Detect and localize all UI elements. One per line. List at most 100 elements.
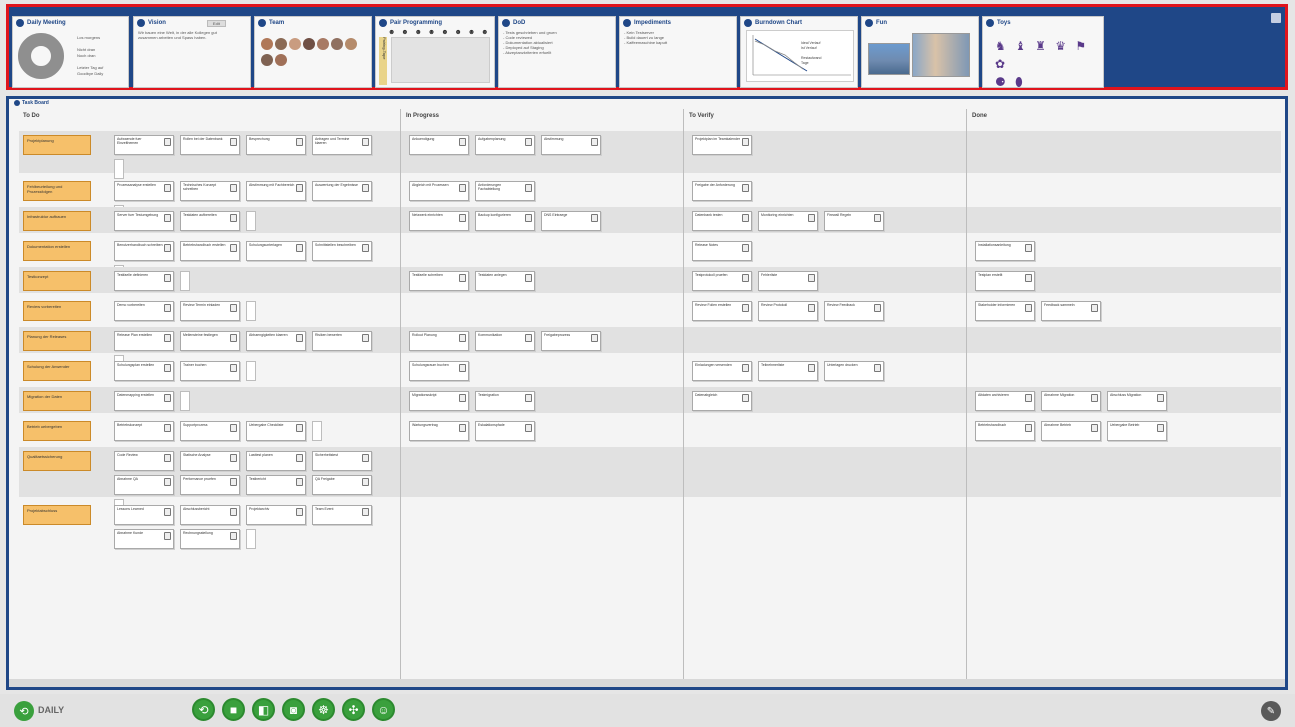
task-card[interactable]: Datenmapping erstellen (114, 391, 174, 411)
task-card[interactable]: Feedback sammeln (1041, 301, 1101, 321)
task-card[interactable]: QA Freigabe (312, 475, 372, 495)
notes-icon[interactable]: ◧ (252, 698, 275, 721)
task-card[interactable]: Testplan erstellt (975, 271, 1035, 291)
settings-icon[interactable]: ✎ (1261, 701, 1281, 721)
avatar[interactable] (275, 38, 287, 50)
story-card[interactable]: Qualitaetssicherung (23, 451, 91, 471)
story-card[interactable]: Review vorbereiten (23, 301, 91, 321)
add-task-button[interactable] (246, 301, 256, 321)
task-card[interactable]: Anforderungen Fachabteilung (475, 181, 535, 201)
task-card[interactable]: Schulungsunterlagen (246, 241, 306, 261)
avatar[interactable] (331, 38, 343, 50)
fun-photo[interactable] (868, 43, 910, 75)
task-card[interactable]: Lessons Learned (114, 505, 174, 525)
task-card[interactable]: Release Notes (692, 241, 752, 261)
task-card[interactable]: Einladungen versenden (692, 361, 752, 381)
story-card[interactable]: Dokumentation erstellen (23, 241, 91, 261)
add-task-button[interactable] (114, 159, 124, 179)
story-card[interactable]: Projektabschluss (23, 505, 91, 525)
daily-logo-icon[interactable]: ⟲ (14, 701, 34, 721)
task-card[interactable]: Freigabeprozess (541, 331, 601, 351)
avatar[interactable] (289, 38, 301, 50)
avatar[interactable] (303, 38, 315, 50)
task-card[interactable]: Abhaengigkeiten klaeren (246, 331, 306, 351)
task-card[interactable]: Release Plan erstellen (114, 331, 174, 351)
task-card[interactable]: Betriebshandbuch erstellen (180, 241, 240, 261)
widget-daily-meeting[interactable]: Daily Meeting Los morgens Nicht dran Noc… (12, 16, 129, 88)
avatar[interactable] (275, 54, 287, 66)
task-card[interactable]: Testdaten anlegen (475, 271, 535, 291)
story-card[interactable]: Betrieb uebergeben (23, 421, 91, 441)
task-card[interactable]: Wartungsvertrag (409, 421, 469, 441)
task-card[interactable]: Anfragen und Termine klaeren (312, 135, 372, 155)
task-card[interactable]: Uebergabe Betrieb (1107, 421, 1167, 441)
task-card[interactable]: Projektarchiv (246, 505, 306, 525)
task-card[interactable]: Rollen bei der Datenbank (180, 135, 240, 155)
task-card[interactable]: Testmigration (475, 391, 535, 411)
task-card[interactable]: Abnahme Migration (1041, 391, 1101, 411)
message-icon[interactable]: ◙ (282, 698, 305, 721)
menu-icon[interactable] (1271, 13, 1281, 23)
task-card[interactable]: Testdaten aufbereiten (180, 211, 240, 231)
task-card[interactable]: Abnahme Kunde (114, 529, 174, 549)
story-card[interactable]: Infrastruktur aufbauen (23, 211, 91, 231)
task-card[interactable]: Schulungsraum buchen (409, 361, 469, 381)
task-card[interactable]: DNS Eintraege (541, 211, 601, 231)
task-card[interactable]: Testfaelle definieren (114, 271, 174, 291)
avatar[interactable] (317, 38, 329, 50)
task-card[interactable]: Testprotokoll pruefen (692, 271, 752, 291)
task-card[interactable]: Server fuer Testumgebung (114, 211, 174, 231)
task-card[interactable]: Abnahme QA (114, 475, 174, 495)
task-card[interactable]: Betriebskonzept (114, 421, 174, 441)
widget-vision[interactable]: Vision Edit Wir bauen eine Welt, in der … (133, 16, 251, 88)
task-card[interactable]: Abschluss Migration (1107, 391, 1167, 411)
widget-dod[interactable]: DoD - Tests geschrieben und gruen - Code… (498, 16, 616, 88)
task-card[interactable]: Abschlussbericht (180, 505, 240, 525)
pairing-area[interactable] (391, 37, 490, 83)
widget-toys[interactable]: Toys ♞ ♝ ♜ ♛ ⚑ ✿ ⚈ ⬮ (982, 16, 1104, 88)
task-card[interactable]: Stakeholder informieren (975, 301, 1035, 321)
task-card[interactable]: Auswertung der Ergebnisse (312, 181, 372, 201)
task-card[interactable]: Review Folien erstellen (692, 301, 752, 321)
task-card[interactable]: Freigabe der Anforderung (692, 181, 752, 201)
add-task-button[interactable] (312, 421, 322, 441)
add-task-button[interactable] (180, 271, 190, 291)
task-card[interactable]: Review Feedback (824, 301, 884, 321)
add-task-button[interactable] (246, 529, 256, 549)
task-card[interactable]: Review Termin einladen (180, 301, 240, 321)
story-card[interactable]: Schulung der Anwender (23, 361, 91, 381)
tools-icon[interactable]: ✣ (342, 698, 365, 721)
story-card[interactable]: Testkonzept (23, 271, 91, 291)
task-card[interactable]: Unterlagen drucken (824, 361, 884, 381)
task-card[interactable]: Fehlerliste (758, 271, 818, 291)
add-task-button[interactable] (246, 361, 256, 381)
task-card[interactable]: Lasttest planen (246, 451, 306, 471)
story-card[interactable]: Planung der Releases (23, 331, 91, 351)
pair-avatars[interactable]: ☻ ☻ ☻ ☻ ☻ ☻ ☻ ☻ (388, 29, 491, 36)
task-card[interactable]: Projektplan im Teamkalender (692, 135, 752, 155)
task-card[interactable]: Abstimmung (541, 135, 601, 155)
add-task-button[interactable] (180, 391, 190, 411)
board-scrollbar[interactable] (9, 679, 1285, 687)
task-card[interactable]: Datenabgleich (692, 391, 752, 411)
task-card[interactable]: Benutzerhandbuch schreiben (114, 241, 174, 261)
story-card[interactable]: Projektplanung (23, 135, 91, 155)
task-card[interactable]: Abnahme Betrieb (1041, 421, 1101, 441)
task-card[interactable]: Testbericht (246, 475, 306, 495)
task-card[interactable]: Firewall Regeln (824, 211, 884, 231)
task-card[interactable]: Backup konfigurieren (475, 211, 535, 231)
chat-icon[interactable]: ■ (222, 698, 245, 721)
refresh-icon[interactable]: ⟲ (192, 698, 215, 721)
task-card[interactable]: Prozessanalyse erstellen (114, 181, 174, 201)
task-card[interactable]: Sicherheitstest (312, 451, 372, 471)
task-card[interactable]: Rechnungsstellung (180, 529, 240, 549)
task-card[interactable]: Aufgabenplanung (475, 135, 535, 155)
task-card[interactable]: Team Event (312, 505, 372, 525)
widget-fun[interactable]: Fun (861, 16, 979, 88)
task-card[interactable]: Uebergabe Checkliste (246, 421, 306, 441)
task-card[interactable]: Abstimmung mit Fachbereich (246, 181, 306, 201)
story-card[interactable]: Fehlbeurteilung und Prozessfolgen (23, 181, 91, 201)
widget-team[interactable]: Team (254, 16, 372, 88)
task-card[interactable]: Aufwaende fuer Einzelthemen (114, 135, 174, 155)
widget-pair-programming[interactable]: Pair Programming Pairing-Tape ☻ ☻ ☻ ☻ ☻ … (375, 16, 495, 88)
